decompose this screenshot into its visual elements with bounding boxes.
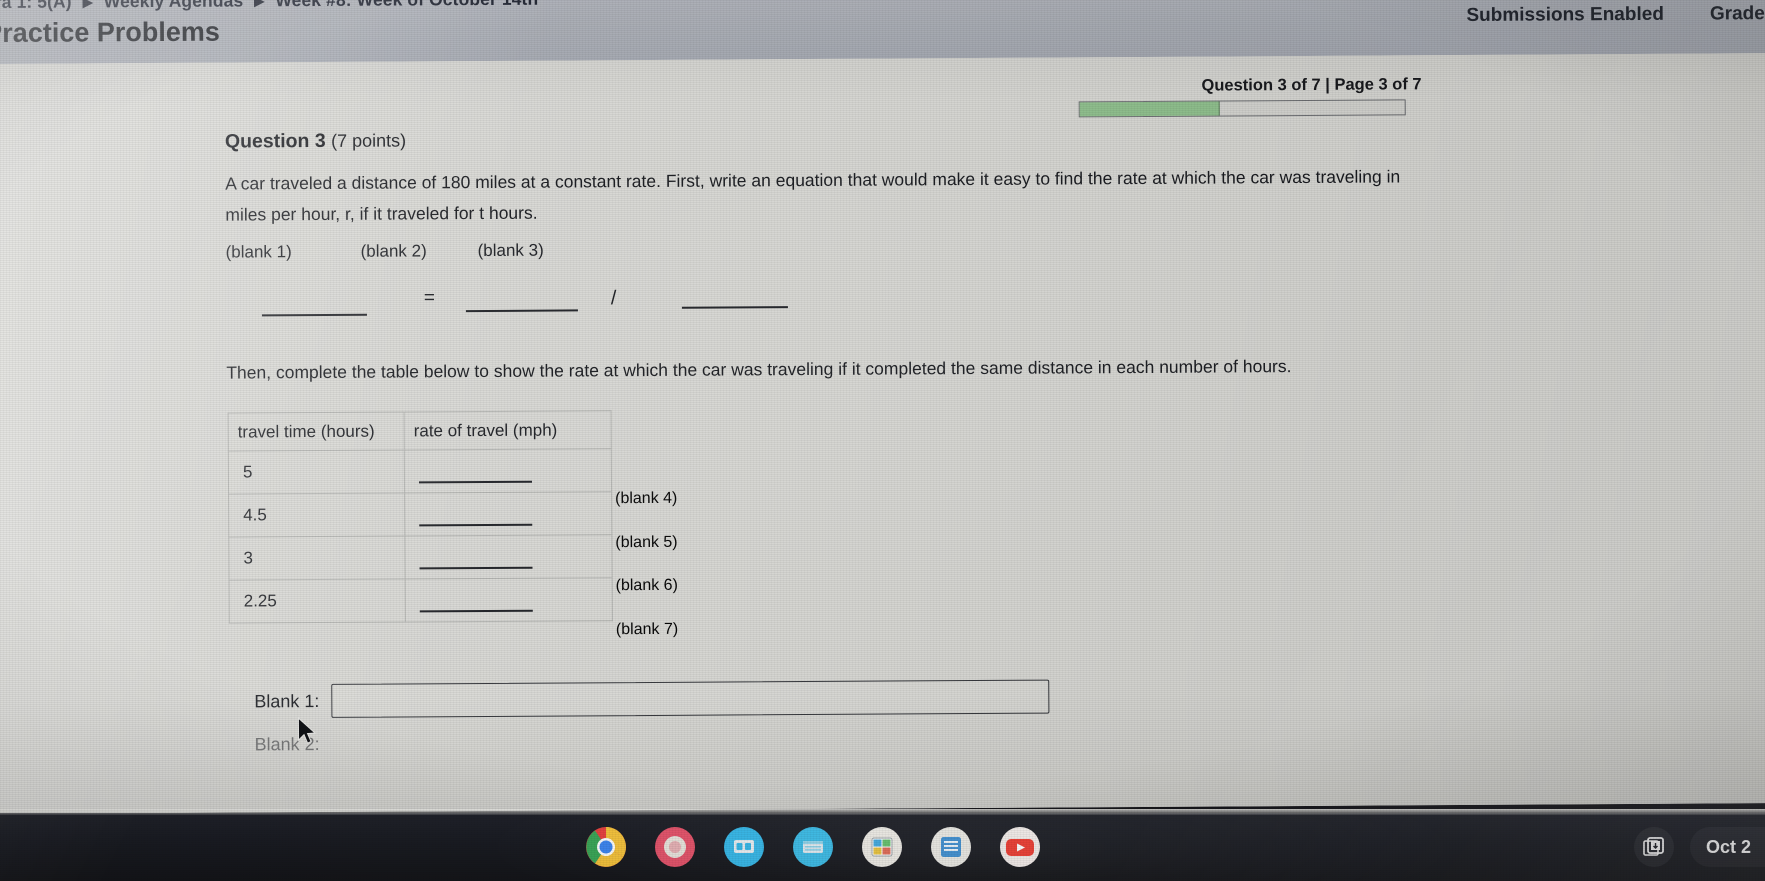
- assignment-status-group: Submissions Enabled Grade:: [1466, 3, 1765, 27]
- blank-label-1: (blank 1): [225, 242, 292, 262]
- slash-symbol: /: [610, 287, 617, 310]
- blue-mail-icon[interactable]: [790, 824, 835, 869]
- table-blank-labels: (blank 4) (blank 5) (blank 6) (blank 7): [615, 409, 735, 638]
- table-header-row: travel time (hours) rate of travel (mph): [228, 410, 612, 452]
- chevron-right-icon: ▶: [254, 0, 265, 9]
- chrome-icon[interactable]: [583, 824, 628, 869]
- blue-app-icon[interactable]: [721, 824, 766, 869]
- rate-blank-line: [418, 480, 532, 484]
- cell-rate: [404, 534, 613, 579]
- table-blank-label-4: (blank 4): [615, 489, 678, 508]
- taskbar-icons: [583, 824, 1042, 869]
- cell-travel-time: 5: [228, 449, 405, 495]
- cell-travel-time: 2.25: [229, 578, 406, 624]
- grade-label: Grade:: [1709, 3, 1765, 25]
- equation-blank-line-3: [681, 306, 788, 309]
- blank-1-label: Blank 1:: [254, 690, 320, 711]
- equation-blank-line-2: [465, 309, 578, 313]
- table-blank-label-7: (blank 7): [615, 620, 679, 639]
- question-text: A car traveled a distance of 180 miles a…: [225, 166, 1401, 225]
- table-blank-label-5: (blank 5): [615, 533, 678, 552]
- breadcrumb-item-weekly-agendas[interactable]: Weekly Agendas: [104, 0, 244, 11]
- table-row: 2.25: [229, 577, 613, 624]
- quiz-progress-bar: [1078, 99, 1406, 118]
- rate-blank-line: [419, 609, 533, 613]
- submissions-status: Submissions Enabled: [1466, 3, 1664, 26]
- breadcrumb: bra 1: 5(A) ▶ Weekly Agendas ▶ Week #8: …: [0, 0, 538, 13]
- colorful-app-icon[interactable]: [859, 824, 904, 869]
- question-heading-text: Question 3: [224, 129, 326, 153]
- rate-blank-line: [419, 566, 533, 570]
- rate-table: travel time (hours) rate of travel (mph)…: [228, 410, 613, 624]
- taskbar: Oct 2: [0, 809, 1765, 881]
- quiz-progress-fill: [1079, 101, 1220, 117]
- cell-travel-time: 4.5: [228, 492, 405, 538]
- question-counter: Question 3 of 7 | Page 3 of 7: [1201, 75, 1422, 95]
- equation-blank-labels: (blank 1) (blank 2) (blank 3): [226, 239, 786, 262]
- cell-rate: [405, 577, 613, 622]
- table-row: 3: [228, 534, 613, 581]
- cell-travel-time: 3: [228, 535, 406, 581]
- chevron-right-icon: ▶: [82, 0, 93, 10]
- page-title: Practice Problems: [0, 16, 220, 49]
- table-instruction-text: Then, complete the table below to show t…: [226, 356, 1292, 383]
- assignment-body: Question 3 of 7 | Page 3 of 7 Question 3…: [0, 53, 1765, 814]
- question-points: (7 points): [331, 130, 407, 151]
- table-header-travel-time: travel time (hours): [228, 411, 405, 452]
- equals-symbol: =: [423, 287, 436, 309]
- blank-1-answer-row: Blank 1:: [254, 679, 1050, 719]
- rate-blank-line: [419, 523, 533, 527]
- blue-list-icon[interactable]: [928, 824, 973, 869]
- equation-row: = /: [226, 279, 846, 323]
- table-header-rate: rate of travel (mph): [404, 410, 612, 450]
- screenshot-icon[interactable]: [1633, 827, 1674, 867]
- breadcrumb-item-course[interactable]: bra 1: 5(A): [0, 0, 72, 12]
- breadcrumb-item-week[interactable]: Week #8: Week of October 14th: [275, 0, 538, 10]
- cell-rate: [404, 491, 612, 536]
- red-circle-app-icon[interactable]: [652, 824, 697, 869]
- table-row: 5: [228, 448, 612, 495]
- blank-label-2: (blank 2): [360, 241, 427, 261]
- mouse-cursor-icon: [297, 717, 317, 744]
- taskbar-right-group: Oct 2: [1633, 827, 1765, 867]
- youtube-icon[interactable]: [997, 824, 1042, 869]
- table-row: 4.5: [228, 491, 612, 538]
- computer-screen: bra 1: 5(A) ▶ Weekly Agendas ▶ Week #8: …: [0, 0, 1765, 814]
- cell-rate: [404, 448, 612, 493]
- taskbar-clock[interactable]: Oct 2: [1689, 827, 1765, 867]
- question-heading: Question 3 (7 points): [225, 129, 406, 153]
- table-blank-label-6: (blank 6): [615, 576, 678, 595]
- monitor-photo: bra 1: 5(A) ▶ Weekly Agendas ▶ Week #8: …: [0, 0, 1765, 881]
- equation-blank-line-1: [261, 313, 367, 317]
- blank-1-input[interactable]: [331, 679, 1050, 718]
- blank-label-3: (blank 3): [477, 240, 544, 261]
